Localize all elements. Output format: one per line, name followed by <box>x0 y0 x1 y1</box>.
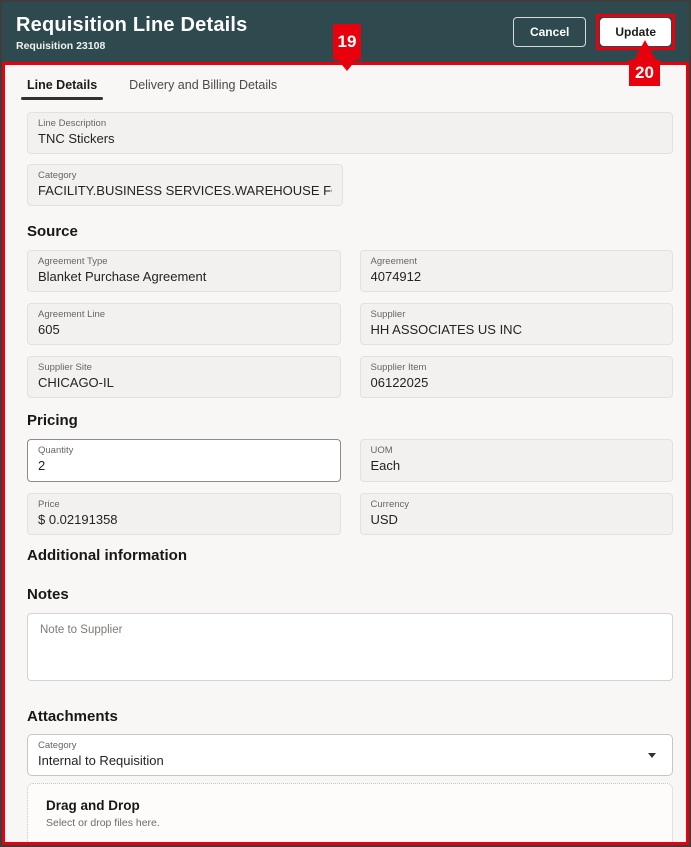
agreement-line-field: Agreement Line 605 <box>27 303 341 345</box>
attachments-heading: Attachments <box>27 708 673 725</box>
content-annotation-frame: Line Details Delivery and Billing Detail… <box>2 62 689 845</box>
supplier-site-field: Supplier Site CHICAGO-IL <box>27 356 341 398</box>
supplier-item-label: Supplier Item <box>371 362 663 374</box>
requisition-number: Requisition 23108 <box>16 40 248 52</box>
uom-field: UOM Each <box>360 439 674 482</box>
header-titles: Requisition Line Details Requisition 231… <box>16 12 248 52</box>
attachment-category-dropdown[interactable]: Category Internal to Requisition <box>27 734 673 776</box>
source-heading: Source <box>27 223 673 240</box>
line-description-label: Line Description <box>38 118 662 130</box>
uom-label: UOM <box>371 445 663 457</box>
attachment-category-value: Internal to Requisition <box>38 752 642 769</box>
agreement-type-label: Agreement Type <box>38 256 330 268</box>
supplier-item-value: 06122025 <box>371 374 663 391</box>
agreement-line-value: 605 <box>38 321 330 338</box>
requisition-line-details-dialog: Requisition Line Details Requisition 231… <box>0 0 691 847</box>
supplier-label: Supplier <box>371 309 663 321</box>
tab-delivery-and-billing-details[interactable]: Delivery and Billing Details <box>129 78 277 100</box>
quantity-input[interactable] <box>38 457 330 474</box>
category-label: Category <box>38 170 332 182</box>
annotation-badge-20: 20 <box>629 60 660 86</box>
chevron-down-icon <box>648 753 656 758</box>
supplier-field: Supplier HH ASSOCIATES US INC <box>360 303 674 345</box>
tab-line-details[interactable]: Line Details <box>27 78 97 100</box>
note-to-supplier-textarea[interactable] <box>27 613 673 681</box>
category-field: Category FACILITY.BUSINESS SERVICES.WARE… <box>27 164 343 206</box>
attachment-category-label: Category <box>38 740 642 752</box>
currency-label: Currency <box>371 499 663 511</box>
pricing-heading: Pricing <box>27 412 673 429</box>
currency-value: USD <box>371 511 663 528</box>
drag-and-drop-title: Drag and Drop <box>46 798 654 813</box>
supplier-site-value: CHICAGO-IL <box>38 374 330 391</box>
cancel-button[interactable]: Cancel <box>513 17 586 47</box>
page-title: Requisition Line Details <box>16 14 248 37</box>
quantity-field[interactable]: Quantity <box>27 439 341 482</box>
drag-and-drop-zone[interactable]: Drag and Drop Select or drop files here. <box>27 783 673 845</box>
additional-information-heading: Additional information <box>27 547 673 564</box>
agreement-line-label: Agreement Line <box>38 309 330 321</box>
supplier-value: HH ASSOCIATES US INC <box>371 321 663 338</box>
price-field: Price $ 0.02191358 <box>27 493 341 535</box>
pricing-fields-grid: Quantity UOM Each Price $ 0.02191358 Cur… <box>27 439 673 535</box>
agreement-field: Agreement 4074912 <box>360 250 674 292</box>
supplier-site-label: Supplier Site <box>38 362 330 374</box>
agreement-value: 4074912 <box>371 268 663 285</box>
price-label: Price <box>38 499 330 511</box>
drag-and-drop-subtitle: Select or drop files here. <box>46 817 654 829</box>
agreement-label: Agreement <box>371 256 663 268</box>
category-value: FACILITY.BUSINESS SERVICES.WAREHOUSE FOR… <box>38 182 332 199</box>
price-value: $ 0.02191358 <box>38 511 330 528</box>
uom-value: Each <box>371 457 663 474</box>
quantity-label: Quantity <box>38 445 330 457</box>
supplier-item-field: Supplier Item 06122025 <box>360 356 674 398</box>
line-description-field: Line Description TNC Stickers <box>27 112 673 154</box>
source-fields-grid: Agreement Type Blanket Purchase Agreemen… <box>27 250 673 398</box>
annotation-badge-19: 19 <box>333 24 361 60</box>
agreement-type-field: Agreement Type Blanket Purchase Agreemen… <box>27 250 341 292</box>
currency-field: Currency USD <box>360 493 674 535</box>
notes-heading: Notes <box>27 586 673 603</box>
line-description-value: TNC Stickers <box>38 130 662 147</box>
line-details-panel: Line Description TNC Stickers Category F… <box>5 100 686 845</box>
agreement-type-value: Blanket Purchase Agreement <box>38 268 330 285</box>
